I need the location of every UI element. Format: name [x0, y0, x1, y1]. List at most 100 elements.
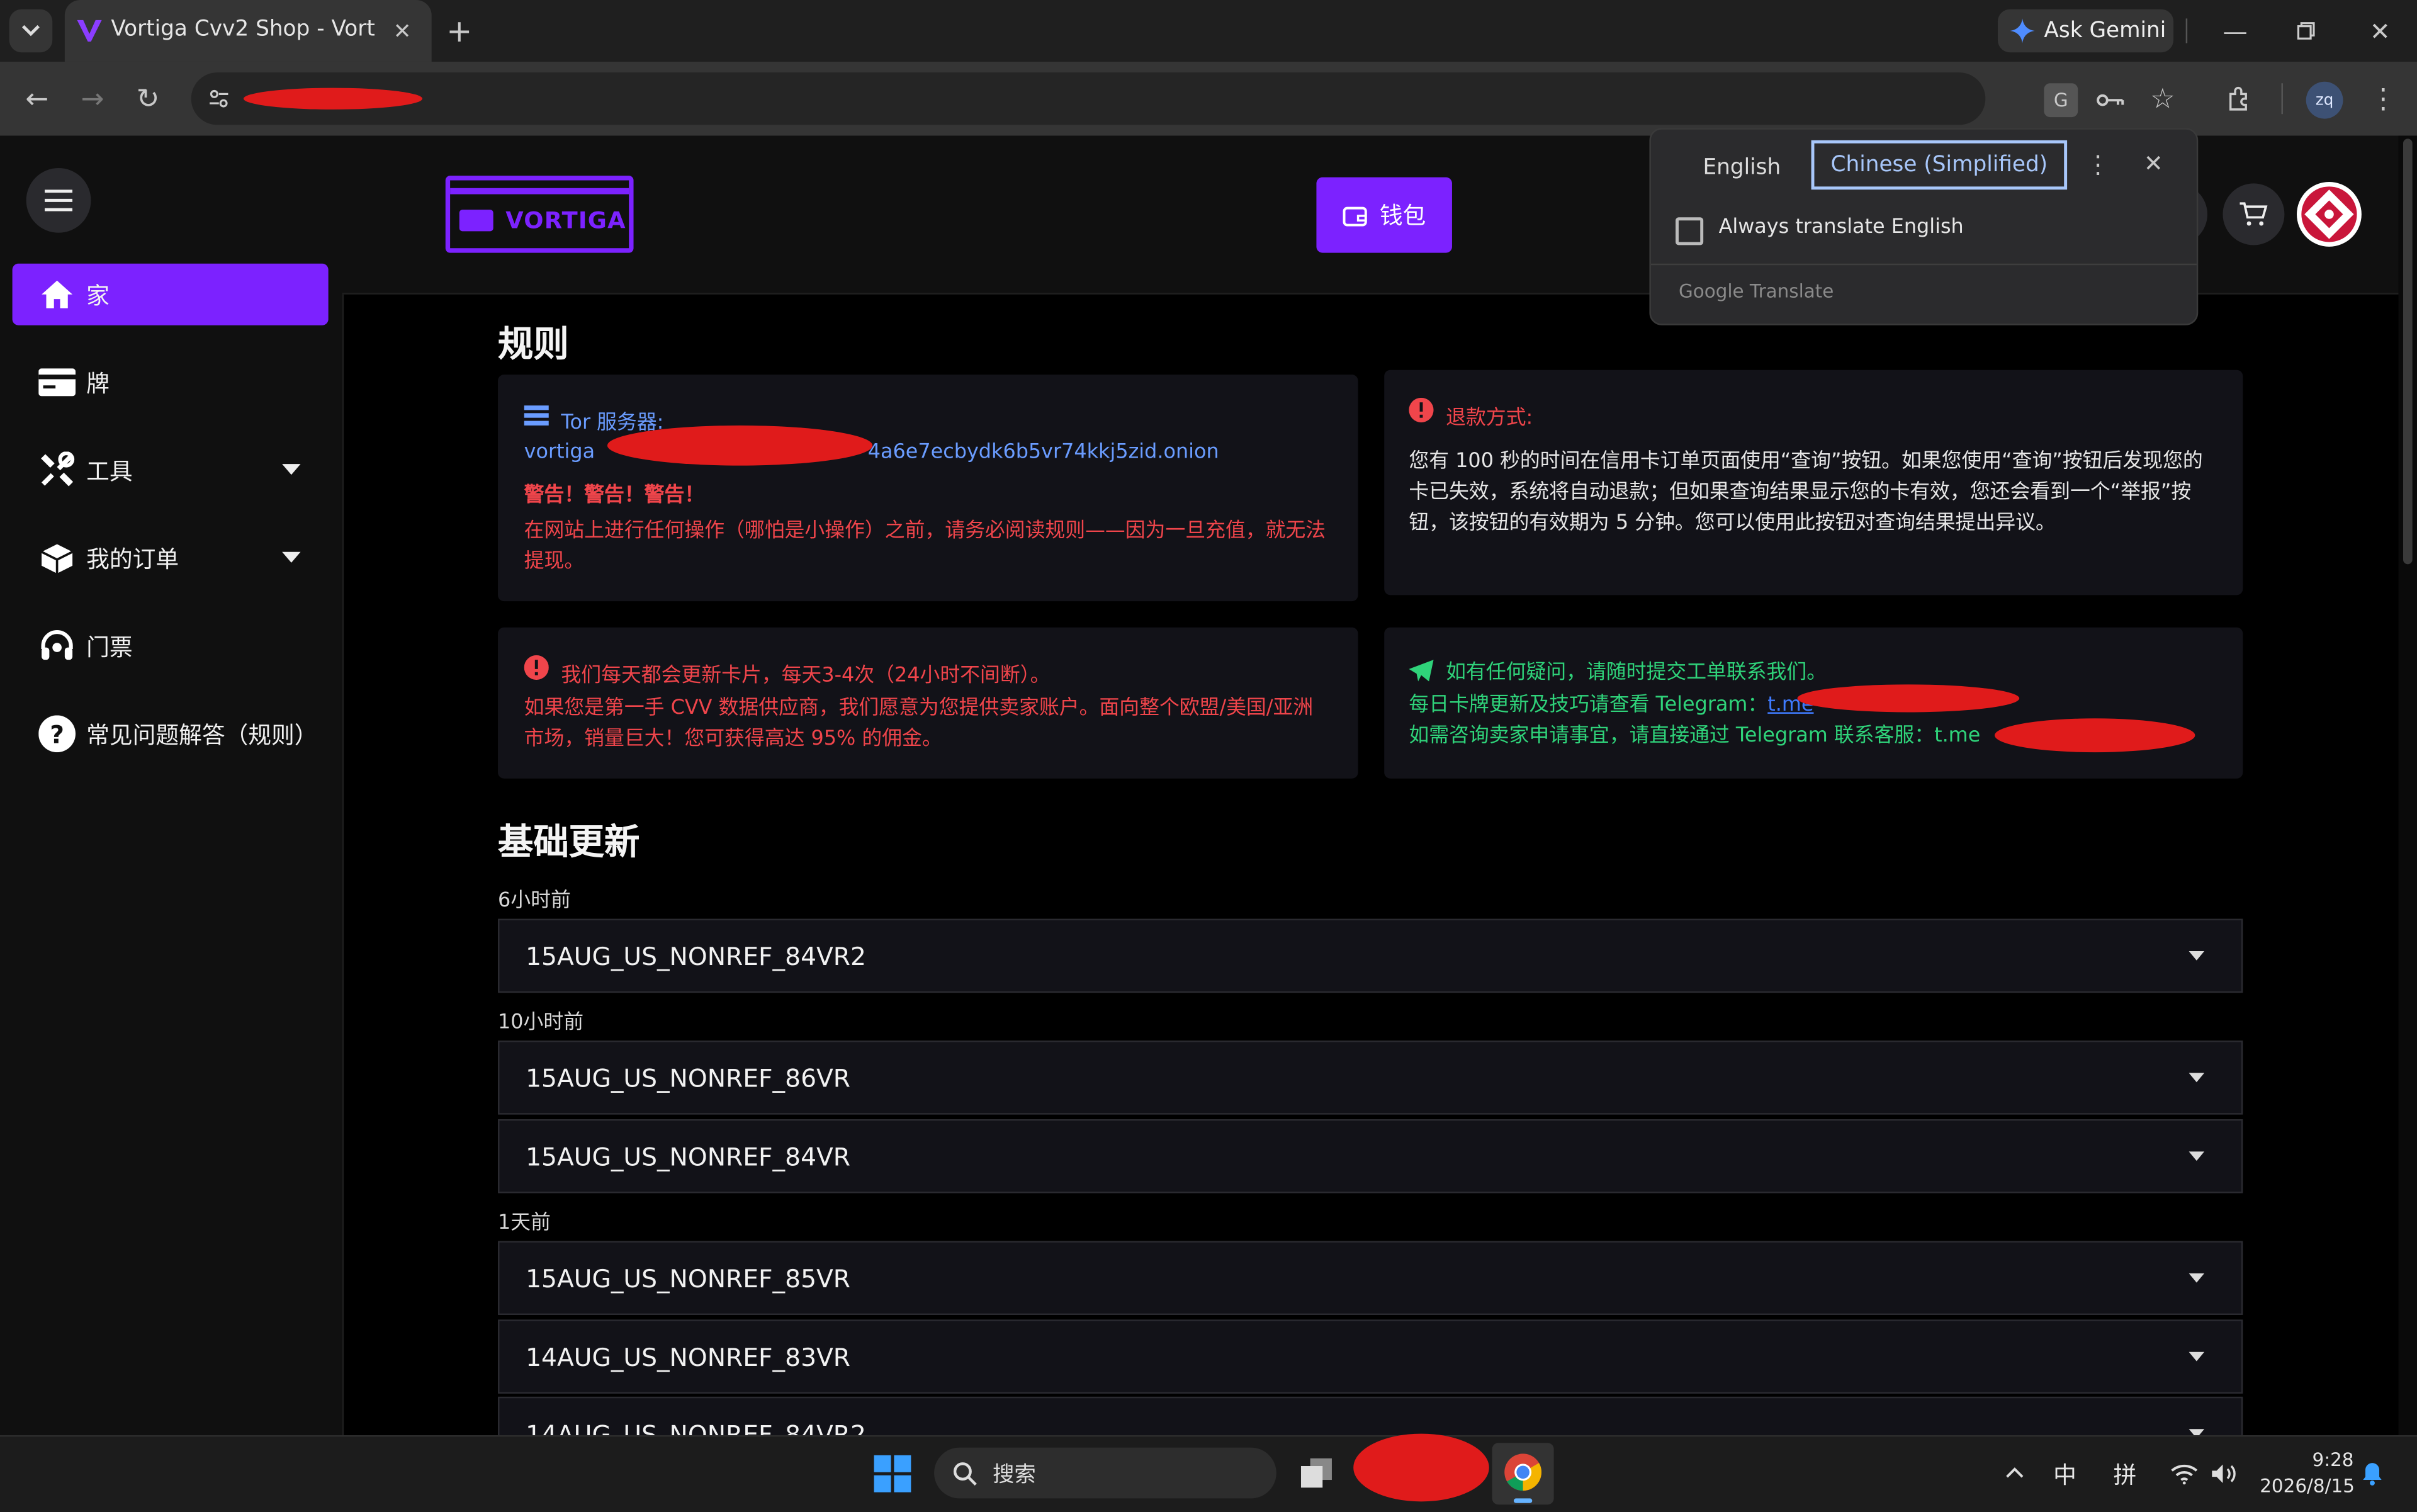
rules-title: 规则 [498, 325, 569, 366]
clock-time[interactable]: 9:28 [2312, 1449, 2353, 1470]
search-placeholder: 搜索 [993, 1462, 1036, 1487]
redacted-url-mark [243, 87, 423, 110]
profile-avatar[interactable]: zq [2306, 81, 2343, 119]
ime-language-indicator[interactable]: 中 [2053, 1458, 2076, 1491]
logo-text: VORTIGA [505, 206, 626, 235]
caret-down-icon [282, 464, 301, 475]
close-tab-icon[interactable]: ✕ [388, 18, 416, 46]
new-tab-icon[interactable]: + [441, 13, 478, 50]
sidebar-item-label: 常见问题解答（规则） [86, 720, 318, 748]
sidebar-item-tools[interactable]: 工具 [13, 439, 329, 501]
chevron-down-icon [22, 25, 40, 37]
site-info-icon[interactable] [203, 83, 234, 114]
always-translate-checkbox[interactable] [1676, 217, 1704, 245]
sidebar [0, 135, 344, 1436]
home-icon [37, 280, 77, 308]
sidebar-item-label: 门票 [86, 633, 133, 661]
refund-description: 您有 100 秒的时间在信用卡订单页面使用“查询”按钮。如果您使用“查询”按钮后… [1409, 450, 2203, 535]
update-row[interactable]: 15AUG_US_NONREF_85VR [498, 1241, 2243, 1315]
update-row-label: 15AUG_US_NONREF_86VR [526, 1063, 851, 1093]
ime-mode-indicator[interactable]: 拼 [2114, 1458, 2137, 1491]
refund-title: 退款方式: [1446, 407, 1533, 431]
ask-gemini-label: Ask Gemini [2044, 18, 2166, 43]
start-windows-icon[interactable] [872, 1453, 913, 1494]
sidebar-item-label: 我的订单 [86, 544, 179, 573]
hamburger-menu-button[interactable] [26, 167, 91, 233]
cart-button[interactable] [2223, 183, 2285, 245]
browser-menu-icon[interactable]: ⋮ [2368, 82, 2399, 116]
task-view-icon[interactable] [1298, 1455, 1335, 1489]
clock-date[interactable]: 2026/8/15 [2260, 1475, 2355, 1497]
exclamation-circle-icon [1409, 397, 1434, 423]
caret-down-icon [2189, 1351, 2205, 1362]
tab-search-button[interactable] [9, 9, 53, 53]
vortiga-logo[interactable]: VORTIGA [445, 176, 634, 253]
close-window-icon[interactable]: ✕ [2365, 15, 2396, 46]
minimize-window-icon[interactable]: — [2220, 15, 2251, 46]
contact-telegram-line: 每日卡牌更新及技巧请查看 Telegram：t.me [1409, 687, 1813, 717]
redacted-telegram-mark [1995, 718, 2195, 753]
avatar-pattern-icon [2301, 186, 2357, 242]
volume-icon[interactable] [2211, 1462, 2238, 1483]
reload-icon[interactable]: ↻ [130, 80, 167, 117]
contact-title: 如有任何疑问，请随时提交工单联系我们。 [1446, 661, 1827, 685]
sidebar-item-my-orders[interactable]: 我的订单 [13, 528, 329, 589]
back-arrow-icon[interactable]: ← [18, 80, 55, 117]
notification-bell-icon[interactable] [2362, 1462, 2383, 1486]
sidebar-item-home[interactable]: 家 [12, 263, 329, 325]
update-row-label: 15AUG_US_NONREF_85VR [526, 1263, 851, 1293]
redacted-telegram-mark [1797, 684, 2020, 713]
update-row[interactable]: 15AUG_US_NONREF_86VR [498, 1041, 2243, 1115]
translate-close-icon[interactable]: ✕ [2138, 148, 2169, 179]
page-scrollbar[interactable] [2398, 135, 2417, 1436]
telegram-send-icon [1409, 658, 1434, 682]
wallet-label: 钱包 [1379, 201, 1426, 230]
tab-title: Vortiga Cvv2 Shop - Vortiga.c [111, 16, 376, 42]
wallet-button[interactable]: 钱包 [1316, 177, 1452, 253]
logo-band [450, 188, 629, 195]
translate-options-icon[interactable]: ⋮ [2083, 148, 2114, 179]
bookmark-star-icon[interactable]: ☆ [2146, 82, 2180, 116]
caret-down-icon [2189, 1073, 2205, 1083]
scrollbar-thumb[interactable] [2403, 138, 2413, 565]
system-tray-chevron-icon[interactable] [2001, 1455, 2029, 1489]
caret-down-icon [282, 551, 301, 563]
wifi-icon[interactable] [2170, 1462, 2198, 1485]
update-row-label: 15AUG_US_NONREF_84VR [526, 1141, 851, 1171]
sidebar-item-faq[interactable]: ? 常见问题解答（规则） [13, 703, 329, 765]
logo-card-icon [459, 210, 493, 232]
divider [2185, 18, 2188, 43]
extensions-icon[interactable] [2223, 82, 2256, 116]
taskbar-search-box[interactable]: 搜索 [934, 1447, 1276, 1499]
update-group-label: 6小时前 [498, 889, 571, 913]
warning-text: 警告！警告！警告！ [524, 483, 705, 507]
translate-popup: English Chinese (Simplified) ⋮ ✕ Always … [1649, 128, 2199, 325]
update-notice-title: 我们每天都会更新卡片，每天3-4次（24小时不间断）。 [561, 664, 1051, 688]
lang-option-chinese[interactable]: Chinese (Simplified) [1811, 140, 2068, 190]
gemini-spark-icon [2010, 18, 2035, 43]
update-group-label: 1天前 [498, 1211, 551, 1235]
lang-option-english[interactable]: English [1679, 145, 1805, 191]
divider [1650, 263, 2197, 266]
sidebar-item-cards[interactable]: 牌 [13, 351, 329, 413]
sidebar-item-tickets[interactable]: 门票 [13, 615, 329, 677]
update-row[interactable]: 14AUG_US_NONREF_83VR [498, 1319, 2243, 1394]
sidebar-item-label: 牌 [86, 369, 110, 397]
server-icon [524, 404, 549, 426]
chrome-icon [1504, 1453, 1542, 1491]
tor-url-prefix[interactable]: vortiga [524, 441, 595, 464]
address-bar[interactable] [191, 72, 1986, 125]
chrome-taskbar-button[interactable] [1492, 1443, 1554, 1505]
update-row[interactable]: 15AUG_US_NONREF_84VR [498, 1119, 2243, 1193]
ask-gemini-button[interactable]: Ask Gemini [1997, 9, 2174, 53]
tor-url-suffix[interactable]: 4a6e7ecbydk6b5vr74kkj5zid.onion [868, 441, 1219, 464]
translate-icon[interactable]: G [2044, 83, 2078, 118]
restore-window-icon[interactable] [2290, 15, 2321, 46]
forward-arrow-icon[interactable]: → [74, 80, 111, 117]
update-row-label: 14AUG_US_NONREF_83VR [526, 1341, 851, 1372]
update-row[interactable]: 15AUG_US_NONREF_84VR2 [498, 918, 2243, 993]
updates-title: 基础更新 [498, 823, 640, 864]
warning-description: 在网站上进行任何操作（哪怕是小操作）之前，请务必阅读规则——因为一旦充值，就无法… [524, 519, 1326, 574]
password-key-icon[interactable] [2093, 83, 2127, 117]
user-avatar[interactable] [2297, 181, 2362, 247]
